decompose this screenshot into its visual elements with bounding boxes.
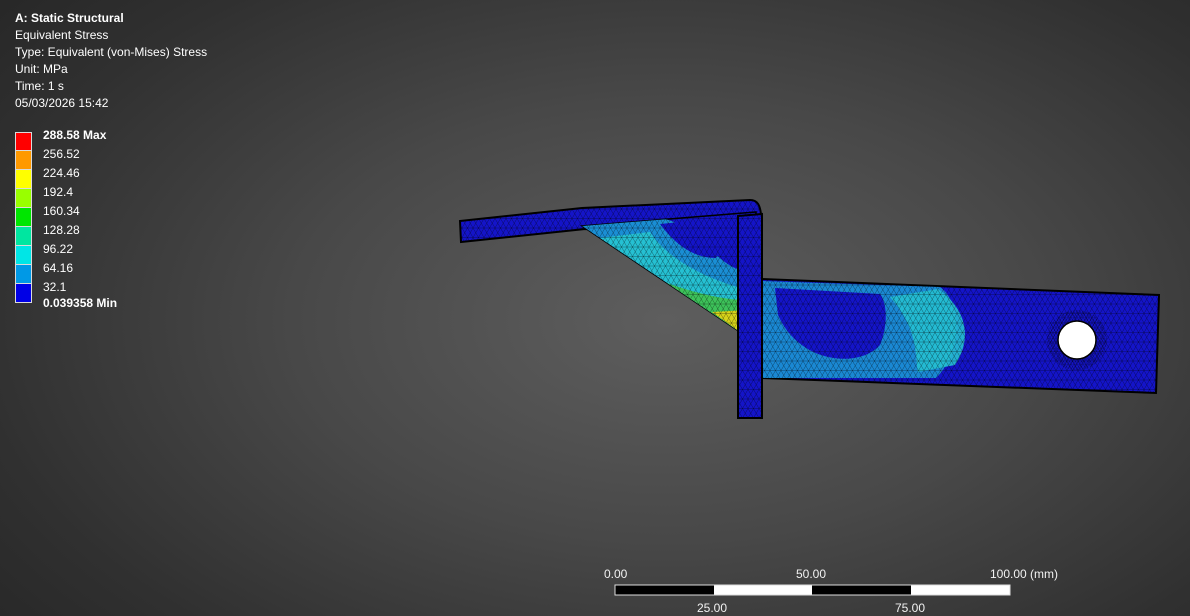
scale-label-0: 0.00 — [604, 567, 628, 581]
scale-label-25: 25.00 — [697, 601, 728, 615]
scale-segment-1 — [615, 585, 714, 595]
scale-label-75: 75.00 — [895, 601, 926, 615]
scale-segment-4 — [911, 585, 1010, 595]
scale-segment-3 — [812, 585, 911, 595]
scale-label-100: 100.00 (mm) — [990, 567, 1059, 581]
scale-label-50: 50.00 — [796, 567, 827, 581]
scale-segment-2 — [714, 585, 812, 595]
scale-bar — [614, 584, 1011, 596]
